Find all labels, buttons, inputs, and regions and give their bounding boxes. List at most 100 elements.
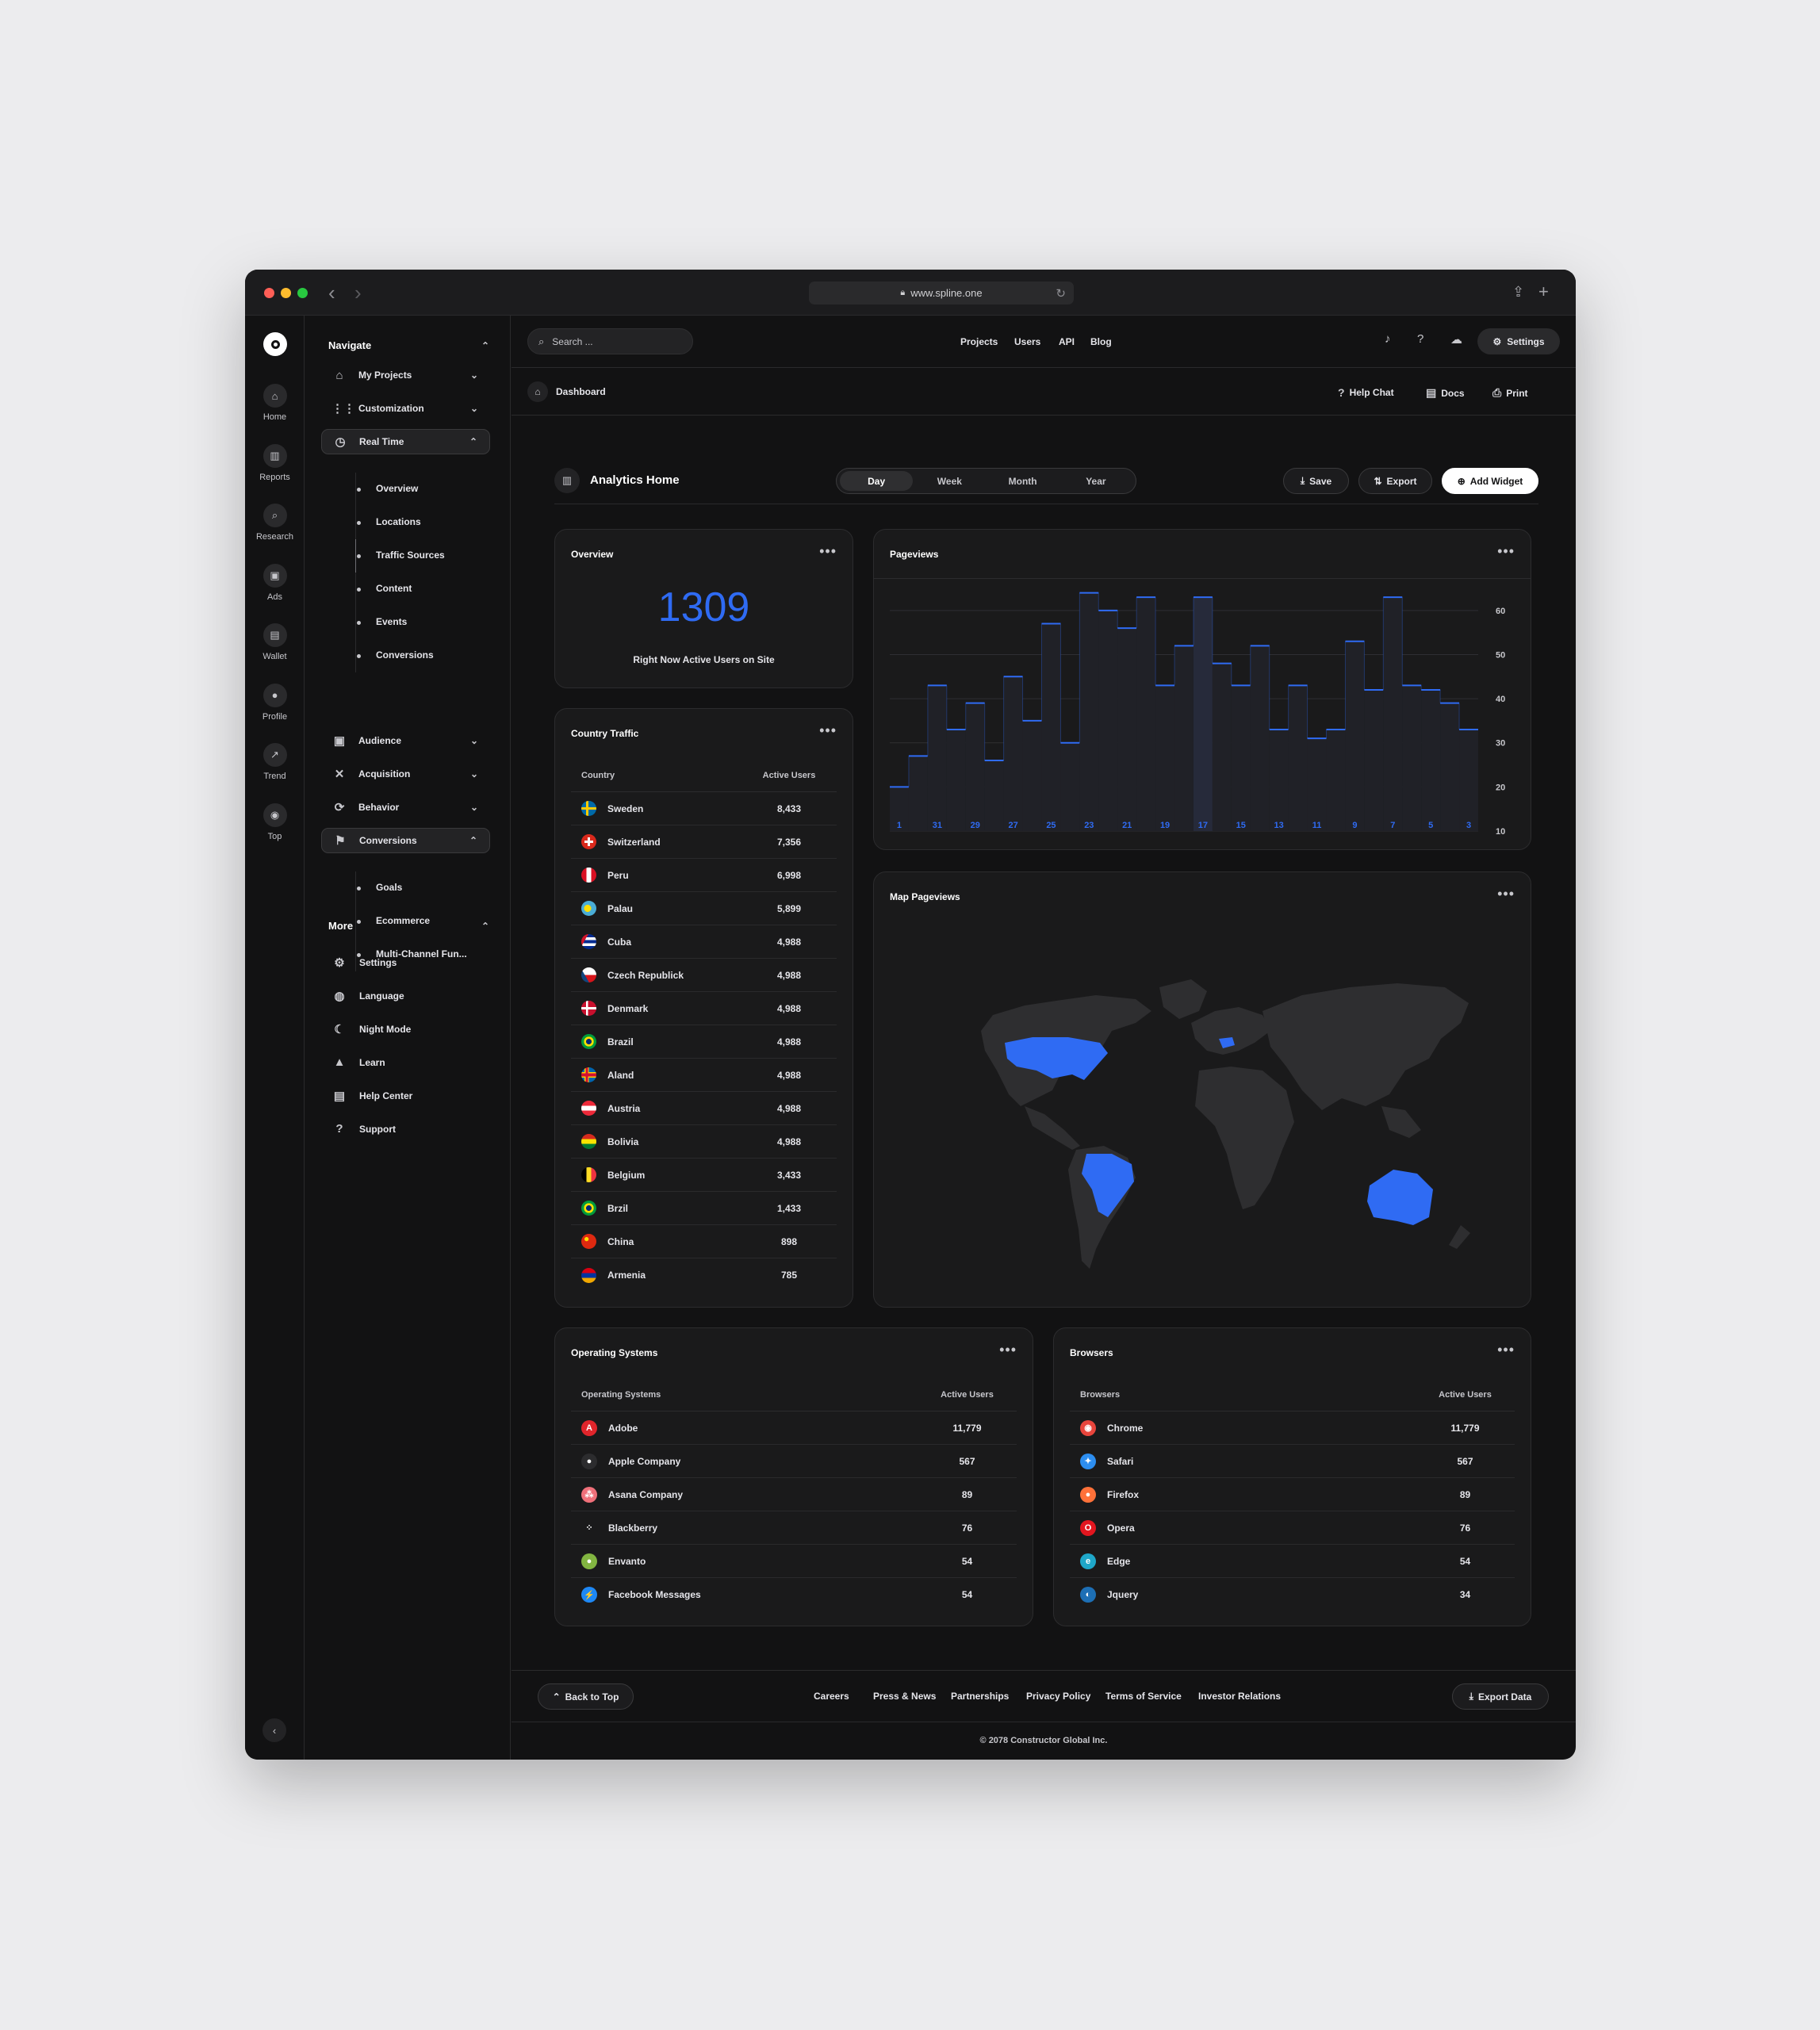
pageviews-bar[interactable]	[1155, 685, 1175, 831]
pageviews-bar[interactable]	[1269, 730, 1289, 831]
table-row[interactable]: Aland 4,988	[571, 1059, 837, 1092]
table-row[interactable]: ⁂ Asana Company 89	[571, 1478, 1017, 1511]
table-row[interactable]: Austria 4,988	[571, 1092, 837, 1125]
print-button[interactable]: ⎙ Print	[1492, 386, 1528, 400]
table-row[interactable]: Switzerland 7,356	[571, 825, 837, 859]
help-chat-button[interactable]: ? Help Chat	[1338, 386, 1394, 399]
share-icon[interactable]: ⇪	[1512, 282, 1524, 301]
pageviews-bar[interactable]	[1231, 685, 1251, 831]
table-row[interactable]: ● Firefox 89	[1070, 1478, 1515, 1511]
breadcrumb-dashboard[interactable]: Dashboard	[556, 386, 606, 397]
add-widget-button[interactable]: ⊕ Add Widget	[1442, 468, 1538, 494]
forward-arrow-icon[interactable]: ›	[354, 282, 362, 303]
footer-link-partnerships[interactable]: Partnerships	[951, 1691, 1009, 1702]
app-logo[interactable]	[263, 332, 287, 356]
pageviews-bar[interactable]	[1345, 641, 1365, 831]
sidebar-item-behavior[interactable]: ⟳ Behavior ⌄	[321, 795, 490, 820]
navigate-section-header[interactable]: Navigate ⌃	[328, 339, 489, 351]
pageviews-bar[interactable]	[1022, 720, 1042, 831]
footer-link-investors[interactable]: Investor Relations	[1198, 1691, 1281, 1702]
table-row[interactable]: Denmark 4,988	[571, 992, 837, 1025]
pageviews-bar[interactable]	[1421, 689, 1441, 831]
more-item-help-center[interactable]: ▤ Help Center	[331, 1089, 412, 1103]
pageviews-bar[interactable]	[1288, 685, 1308, 831]
search-input[interactable]: ⌕ Search ...	[527, 328, 693, 354]
sidebar-subitem-content[interactable]: Content	[356, 583, 412, 594]
sidebar-subitem-goals[interactable]: Goals	[356, 882, 402, 893]
save-button[interactable]: ⤓ Save	[1283, 468, 1349, 494]
more-options-icon[interactable]: •••	[819, 543, 837, 560]
pageviews-bar[interactable]	[1041, 623, 1061, 831]
pageviews-bar[interactable]	[1060, 742, 1080, 831]
nav-link-users[interactable]: Users	[1014, 336, 1040, 347]
nav-link-projects[interactable]: Projects	[960, 336, 998, 347]
pageviews-bar[interactable]	[1307, 738, 1327, 831]
pageviews-bar[interactable]	[1003, 676, 1023, 831]
close-window-button[interactable]	[264, 288, 274, 298]
pageviews-bar[interactable]	[1193, 597, 1213, 831]
table-row[interactable]: ◉ Chrome 11,779	[1070, 1411, 1515, 1445]
table-row[interactable]: Brazil 4,988	[571, 1025, 837, 1059]
sidebar-item-customization[interactable]: ⋮⋮ Customization ⌄	[321, 396, 490, 421]
sidebar-item-acquisition[interactable]: ✕ Acquisition ⌄	[321, 761, 490, 787]
table-row[interactable]: Czech Republick 4,988	[571, 959, 837, 992]
bell-icon[interactable]: ♪	[1385, 332, 1391, 346]
home-icon[interactable]: ⌂	[527, 381, 548, 402]
docs-button[interactable]: ▤ Docs	[1426, 386, 1465, 400]
table-row[interactable]: e Edge 54	[1070, 1545, 1515, 1578]
footer-link-privacy[interactable]: Privacy Policy	[1026, 1691, 1090, 1702]
period-week[interactable]: Week	[913, 471, 986, 491]
more-item-settings[interactable]: ⚙ Settings	[331, 956, 397, 970]
table-row[interactable]: ◐ Jquery 34	[1070, 1578, 1515, 1611]
table-row[interactable]: A Adobe 11,779	[571, 1411, 1017, 1445]
sidebar-subitem-locations[interactable]: Locations	[357, 516, 421, 527]
export-button[interactable]: ⇅ Export	[1358, 468, 1432, 494]
rail-item-wallet[interactable]: ▤ Wallet	[245, 623, 305, 661]
table-row[interactable]: China 898	[571, 1225, 837, 1258]
period-month[interactable]: Month	[987, 471, 1059, 491]
footer-link-careers[interactable]: Careers	[814, 1691, 849, 1702]
table-row[interactable]: ✦ Safari 567	[1070, 1445, 1515, 1478]
pageviews-bar[interactable]	[1459, 730, 1478, 831]
reload-icon[interactable]: ↻	[1056, 286, 1066, 301]
pageviews-bar[interactable]	[1174, 645, 1194, 831]
table-row[interactable]: ⚡ Facebook Messages 54	[571, 1578, 1017, 1611]
table-row[interactable]: Armenia 785	[571, 1258, 837, 1292]
help-icon[interactable]: ?	[1417, 332, 1423, 346]
address-bar[interactable]: 🔒︎ www.spline.one ↻	[809, 282, 1074, 304]
sidebar-item-audience[interactable]: ▣ Audience ⌄	[321, 728, 490, 753]
more-item-learn[interactable]: ▲ Learn	[331, 1055, 385, 1069]
table-row[interactable]: Sweden 8,433	[571, 792, 837, 825]
rail-item-top[interactable]: ◉ Top	[245, 802, 305, 841]
table-row[interactable]: O Opera 76	[1070, 1511, 1515, 1545]
pageviews-bar[interactable]	[946, 730, 966, 831]
rail-item-profile[interactable]: ● Profile	[245, 683, 305, 722]
back-to-top-button[interactable]: ⌃ Back to Top	[538, 1683, 634, 1710]
pageviews-bar[interactable]	[1098, 610, 1118, 831]
sidebar-item-my-projects[interactable]: ⌂ My Projects ⌄	[321, 362, 490, 388]
table-row[interactable]: Cuba 4,988	[571, 925, 837, 959]
pageviews-bar[interactable]	[908, 756, 928, 831]
rail-item-research[interactable]: ⌕ Research	[245, 504, 305, 542]
maximize-window-button[interactable]	[297, 288, 308, 298]
more-options-icon[interactable]: •••	[999, 1342, 1017, 1358]
footer-link-terms[interactable]: Terms of Service	[1105, 1691, 1182, 1702]
period-day[interactable]: Day	[840, 471, 914, 491]
pageviews-bar[interactable]	[1250, 645, 1270, 831]
sidebar-item-conversions[interactable]: ⚑ Conversions ⌃	[321, 828, 490, 853]
pageviews-bar[interactable]	[927, 685, 947, 831]
more-options-icon[interactable]: •••	[1497, 543, 1515, 560]
settings-button[interactable]: ⚙ Settings	[1477, 328, 1560, 354]
sidebar-subitem-events[interactable]: Events	[356, 616, 407, 627]
pageviews-bar[interactable]	[1117, 628, 1137, 831]
pageviews-bar[interactable]	[1440, 703, 1460, 831]
sidebar-item-real-time[interactable]: ◷ Real Time ⌃	[321, 429, 490, 454]
more-item-language[interactable]: ◍ Language	[331, 989, 404, 1003]
nav-link-api[interactable]: API	[1059, 336, 1075, 347]
sidebar-subitem-conversions[interactable]: Conversions	[357, 649, 434, 661]
table-row[interactable]: Brzil 1,433	[571, 1192, 837, 1225]
nav-link-blog[interactable]: Blog	[1090, 336, 1112, 347]
pageviews-bar[interactable]	[965, 703, 985, 831]
cloud-icon[interactable]: ☁	[1450, 332, 1462, 347]
pageviews-bar[interactable]	[1136, 597, 1156, 831]
